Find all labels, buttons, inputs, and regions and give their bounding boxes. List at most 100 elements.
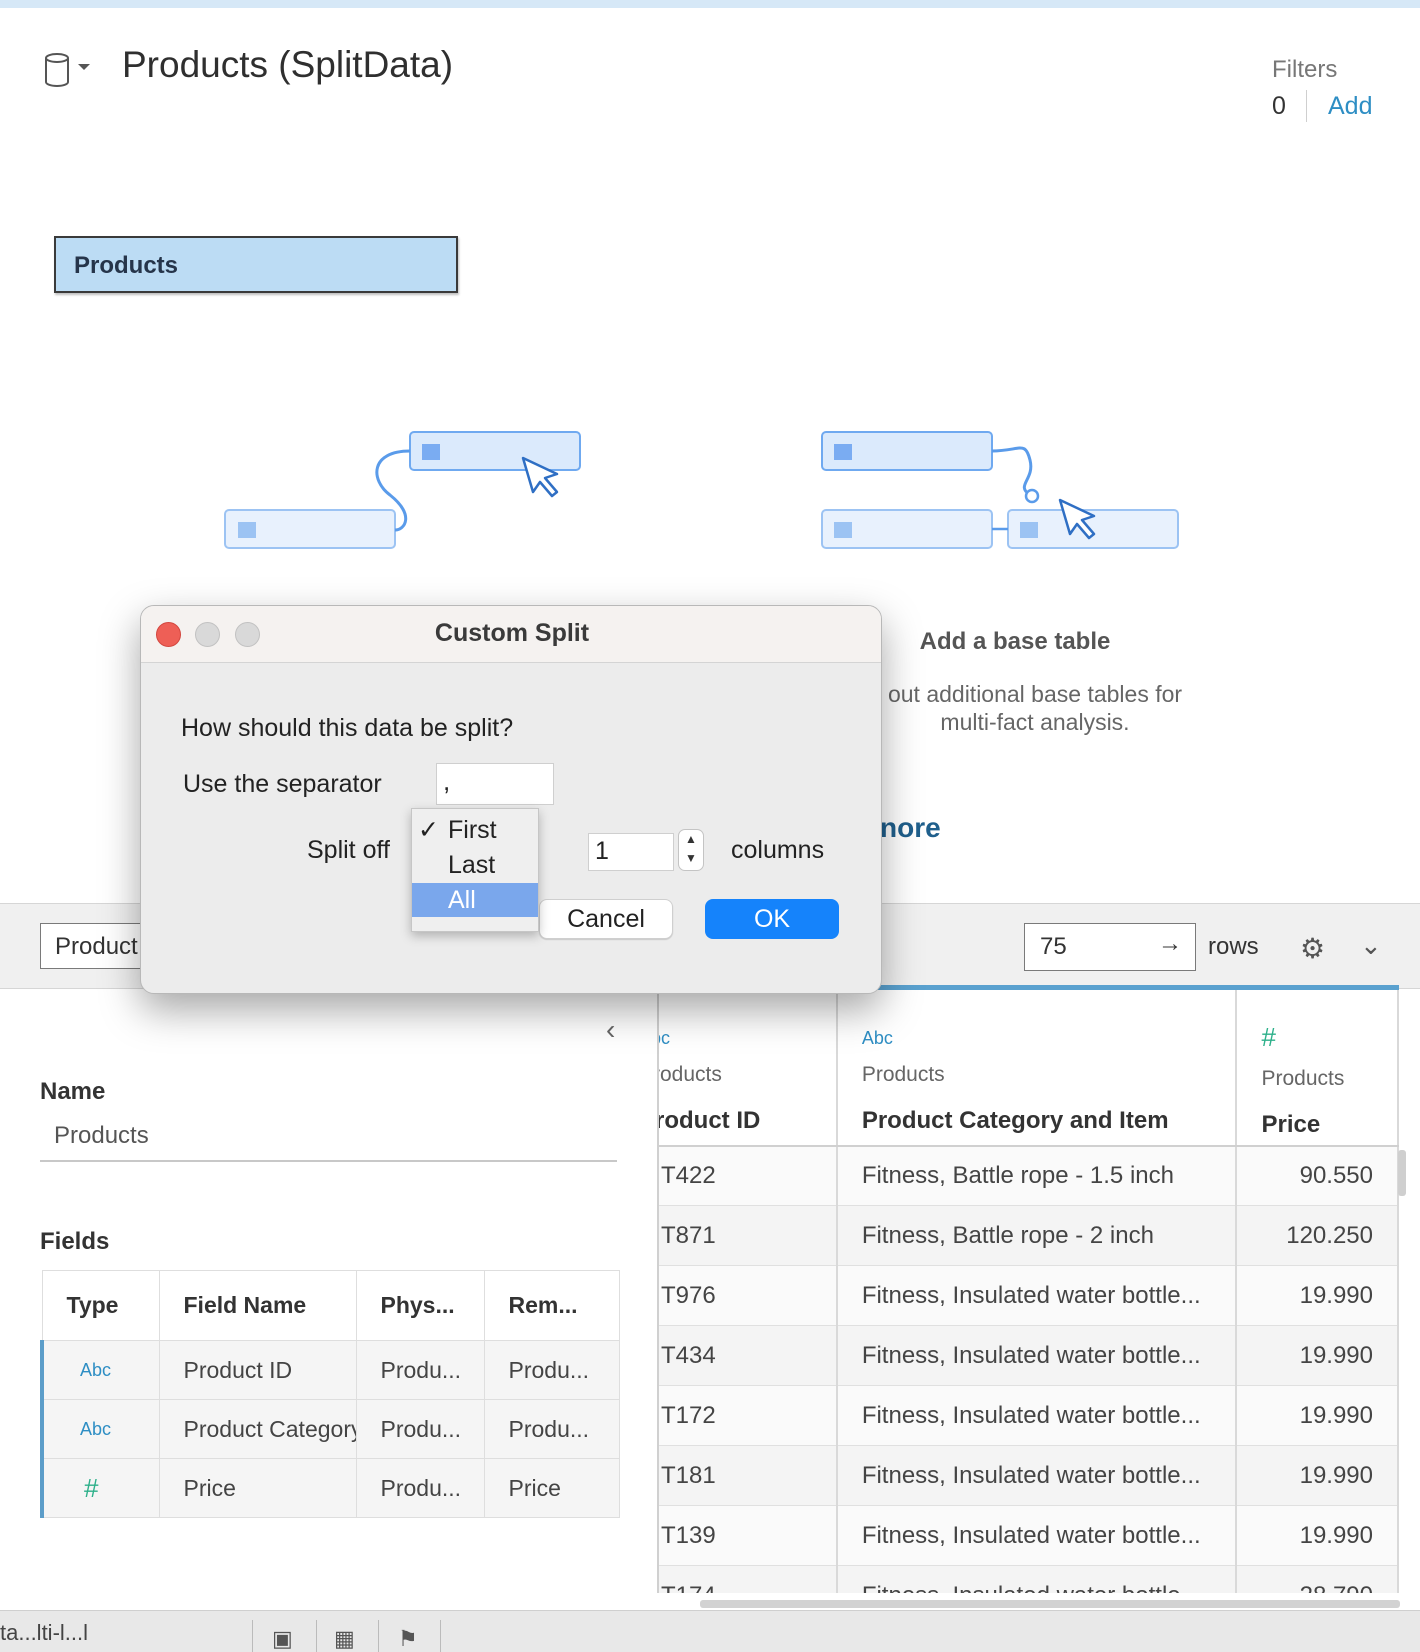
cell-product-id[interactable]: T976 bbox=[659, 1265, 838, 1326]
tab-divider bbox=[378, 1620, 379, 1652]
grid-row[interactable]: T139 Fitness, Insulated water bottle... 19… bbox=[659, 1505, 1399, 1566]
grid-column-header[interactable]: Abc Products Product Category and Item bbox=[836, 985, 1238, 1147]
cell-price[interactable]: 90.550 bbox=[1236, 1145, 1399, 1206]
string-type-icon[interactable]: Abc bbox=[40, 1340, 160, 1400]
cell-price[interactable]: 19.990 bbox=[1236, 1325, 1399, 1386]
grid-row[interactable]: T422 Fitness, Battle rope - 1.5 inch 90.55… bbox=[659, 1145, 1399, 1206]
number-type-icon[interactable]: # bbox=[40, 1458, 160, 1518]
cell-price[interactable]: 19.990 bbox=[1236, 1385, 1399, 1446]
cell-product-category[interactable]: Fitness, Insulated water bottle... bbox=[836, 1565, 1238, 1593]
field-remote-name: Produ... bbox=[483, 1399, 620, 1459]
fields-header-field-name[interactable]: Field Name bbox=[158, 1270, 357, 1341]
cell-product-category[interactable]: Fitness, Insulated water bottle... bbox=[836, 1265, 1238, 1326]
table-name-input[interactable]: Products bbox=[54, 1122, 149, 1150]
split-off-label: Split off bbox=[307, 836, 390, 864]
base-table-illustration bbox=[821, 431, 1179, 549]
add-base-table-title: Add a base table bbox=[919, 628, 1111, 655]
split-question: How should this data be split? bbox=[181, 714, 514, 742]
cell-product-category[interactable]: Fitness, Battle rope - 1.5 inch bbox=[836, 1145, 1238, 1206]
relationship-illustration bbox=[224, 431, 581, 549]
vertical-scrollbar[interactable] bbox=[1398, 1150, 1406, 1196]
field-name[interactable]: Price bbox=[158, 1458, 357, 1518]
stepper-down-icon[interactable]: ▼ bbox=[679, 849, 703, 868]
cell-price[interactable]: 120.250 bbox=[1236, 1205, 1399, 1266]
grid-row[interactable]: T181 Fitness, Insulated water bottle... 19… bbox=[659, 1445, 1399, 1506]
collapse-panel-chevron-icon[interactable]: ‹ bbox=[606, 1014, 615, 1046]
sheet-tabs-bar bbox=[0, 1610, 1420, 1652]
string-type-icon[interactable]: Abc bbox=[659, 1028, 836, 1049]
data-grid-table: Abc Products Product ID Abc Products Pro… bbox=[659, 985, 1399, 1593]
cell-price[interactable]: 28.790 bbox=[1236, 1565, 1399, 1593]
field-physical-table: Produ... bbox=[355, 1458, 485, 1518]
grid-row[interactable]: T174Fitness, Insulated water bottle...28… bbox=[659, 1565, 1399, 1593]
columns-count-input[interactable]: 1 bbox=[588, 833, 674, 871]
column-source: Products bbox=[1261, 1067, 1345, 1090]
cell-product-id[interactable]: T181 bbox=[659, 1445, 838, 1506]
cell-product-id[interactable]: T871 bbox=[659, 1205, 838, 1266]
cell-product-category[interactable]: Fitness, Insulated water bottle... bbox=[836, 1325, 1238, 1386]
logical-table-products[interactable]: Products bbox=[54, 236, 458, 293]
learn-more-link[interactable]: nore bbox=[880, 812, 941, 844]
separator-input[interactable]: , bbox=[436, 763, 554, 805]
datasource-icon[interactable] bbox=[44, 52, 94, 88]
column-source: Products bbox=[659, 1063, 722, 1086]
grid-row[interactable]: T434 Fitness, Insulated water bottle... 19… bbox=[659, 1325, 1399, 1386]
cell-product-id[interactable]: T422 bbox=[659, 1145, 838, 1206]
grid-column-header[interactable]: # Products Price bbox=[1236, 985, 1399, 1147]
new-sheet-icon[interactable]: ▣ bbox=[272, 1626, 293, 1652]
dialog-title: Custom Split bbox=[434, 619, 590, 647]
cell-product-id[interactable]: T139 bbox=[659, 1505, 838, 1566]
stepper-up-icon[interactable]: ▲ bbox=[679, 830, 703, 849]
separator-label: Use the separator bbox=[183, 770, 382, 798]
dropdown-option-last[interactable]: Last bbox=[412, 848, 538, 882]
string-type-icon[interactable]: Abc bbox=[862, 1028, 1236, 1049]
rows-go-arrow-icon[interactable]: → bbox=[1158, 930, 1182, 958]
ok-button[interactable]: OK bbox=[705, 899, 839, 939]
fields-row[interactable]: # Price Produ... Price bbox=[40, 1458, 620, 1518]
string-type-icon[interactable]: Abc bbox=[40, 1399, 160, 1459]
cell-product-id[interactable]: T434 bbox=[659, 1325, 838, 1386]
grid-header-row: Abc Products Product ID Abc Products Pro… bbox=[659, 985, 1399, 1147]
grid-column-header[interactable]: Abc Products Product ID bbox=[659, 985, 838, 1147]
dropdown-option-all[interactable]: All bbox=[412, 883, 538, 917]
chevron-down-icon[interactable]: ⌄ bbox=[1360, 930, 1382, 961]
field-name[interactable]: Product ID bbox=[158, 1340, 357, 1400]
grid-row[interactable]: T172 Fitness, Insulated water bottle... 19… bbox=[659, 1385, 1399, 1446]
fields-row[interactable]: Abc Product Category and Item Produ... P… bbox=[40, 1399, 620, 1459]
sheet-tab[interactable]: ta...lti-l...l bbox=[0, 1620, 88, 1646]
cell-price[interactable]: 19.990 bbox=[1236, 1265, 1399, 1326]
dropdown-option-first[interactable]: ✓ First bbox=[412, 813, 538, 847]
horizontal-scrollbar[interactable] bbox=[700, 1600, 1400, 1608]
name-underline bbox=[40, 1160, 617, 1162]
new-dashboard-icon[interactable]: ▦ bbox=[334, 1626, 355, 1652]
column-name[interactable]: Price bbox=[1261, 1111, 1397, 1139]
new-story-icon[interactable]: ⚑ bbox=[398, 1626, 418, 1652]
cell-product-category[interactable]: Fitness, Insulated water bottle... bbox=[836, 1505, 1238, 1566]
option-label: All bbox=[448, 886, 476, 914]
cell-price[interactable]: 19.990 bbox=[1236, 1445, 1399, 1506]
grid-row[interactable]: T871 Fitness, Battle rope - 2 inch 120.250 bbox=[659, 1205, 1399, 1266]
cell-product-category[interactable]: Fitness, Battle rope - 2 inch bbox=[836, 1205, 1238, 1266]
add-filter-link[interactable]: Add bbox=[1328, 92, 1372, 121]
fields-row[interactable]: Abc Product ID Produ... Produ... bbox=[40, 1340, 620, 1400]
filters-count: 0 bbox=[1272, 92, 1286, 120]
fields-header-type[interactable]: Type bbox=[41, 1270, 160, 1341]
field-remote-name: Price bbox=[483, 1458, 620, 1518]
cell-product-category[interactable]: Fitness, Insulated water bottle... bbox=[836, 1445, 1238, 1506]
gear-icon[interactable]: ⚙ bbox=[1300, 932, 1325, 965]
cell-product-category[interactable]: Fitness, Insulated water bottle... bbox=[836, 1385, 1238, 1446]
columns-stepper[interactable]: ▲ ▼ bbox=[678, 829, 704, 871]
number-type-icon[interactable]: # bbox=[1261, 1022, 1397, 1053]
cell-price[interactable]: 19.990 bbox=[1236, 1505, 1399, 1566]
cell-product-id[interactable]: T174 bbox=[659, 1565, 838, 1593]
column-name[interactable]: Product Category and Item bbox=[862, 1107, 1236, 1135]
column-name[interactable]: Product ID bbox=[659, 1107, 836, 1135]
field-name[interactable]: Product Category and Item bbox=[158, 1399, 357, 1459]
grid-row[interactable]: T976 Fitness, Insulated water bottle... 19… bbox=[659, 1265, 1399, 1326]
field-physical-table: Produ... bbox=[355, 1399, 485, 1459]
split-off-dropdown[interactable]: ✓ First Last All bbox=[411, 808, 539, 932]
fields-header-physical[interactable]: Phys... bbox=[355, 1270, 485, 1341]
cancel-button[interactable]: Cancel bbox=[539, 899, 673, 939]
cell-product-id[interactable]: T172 bbox=[659, 1385, 838, 1446]
fields-header-remote[interactable]: Rem... bbox=[483, 1270, 620, 1341]
